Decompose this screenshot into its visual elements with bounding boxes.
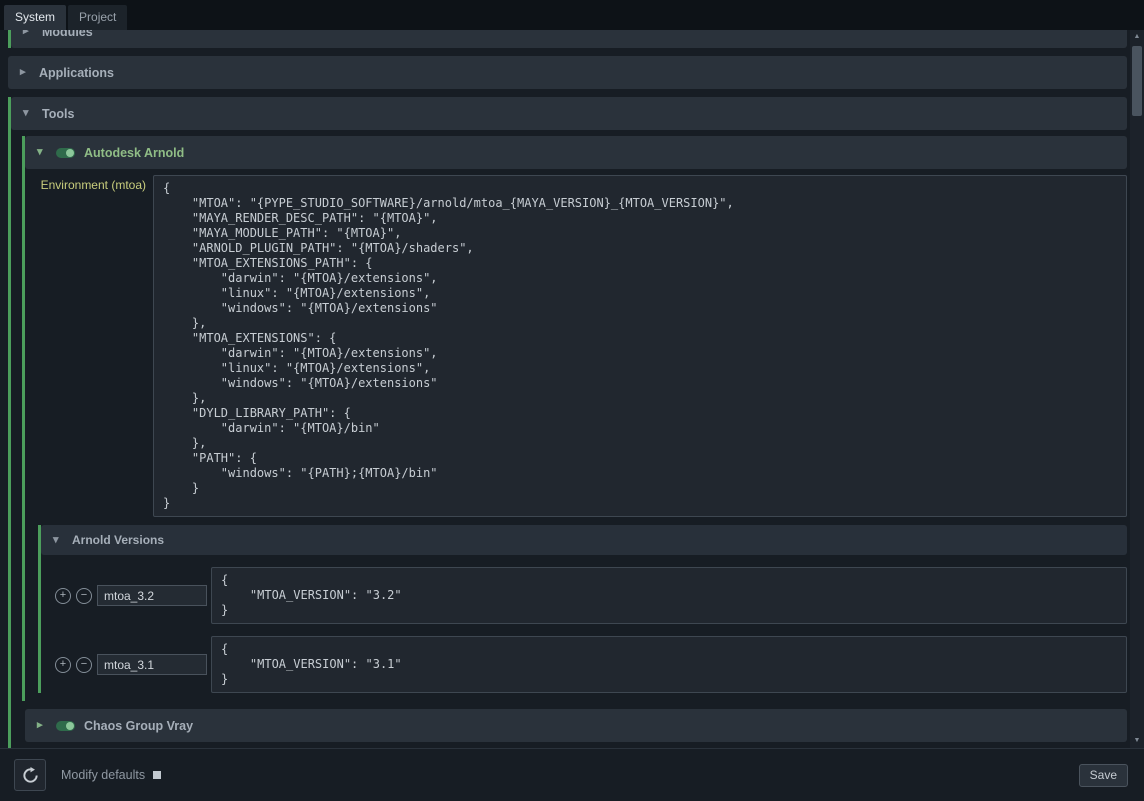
- environment-field-row: Environment (mtoa) { "MTOA": "{PYPE_STUD…: [25, 175, 1127, 517]
- expanded-arrow-icon: ▾: [53, 535, 63, 546]
- group-chaos-vray: ▸ Chaos Group Vray: [22, 709, 1127, 742]
- arnold-header[interactable]: ▾ Autodesk Arnold: [25, 136, 1127, 169]
- version-row: + − { "MTOA_VERSION": "3.1" }: [55, 636, 1127, 693]
- remove-version-button[interactable]: −: [76, 657, 92, 673]
- version-key-input[interactable]: [97, 585, 207, 606]
- toggle-knob: [66, 149, 74, 157]
- tab-bar: System Project: [0, 0, 1144, 30]
- vertical-scrollbar[interactable]: ▲ ▼: [1130, 30, 1144, 748]
- vray-enabled-toggle-icon[interactable]: [56, 721, 75, 731]
- add-version-button[interactable]: +: [55, 657, 71, 673]
- collapsed-arrow-icon: ▸: [37, 720, 47, 731]
- section-label-tools: Tools: [42, 107, 74, 121]
- settings-scroll-area: ▸ Modules ▸ Applications ▾ Tools: [0, 30, 1130, 748]
- section-header-tools[interactable]: ▾ Tools: [11, 97, 1127, 130]
- settings-window: System Project ▸ Modules ▸ Applications …: [0, 0, 1144, 801]
- section-header-applications[interactable]: ▸ Applications: [8, 56, 1127, 89]
- footer-bar: Modify defaults Save: [0, 748, 1144, 801]
- section-modules: ▸ Modules: [8, 30, 1127, 48]
- arnold-versions-header[interactable]: ▾ Arnold Versions: [41, 525, 1127, 555]
- add-version-button[interactable]: +: [55, 588, 71, 604]
- vray-label: Chaos Group Vray: [84, 719, 193, 733]
- expanded-arrow-icon: ▾: [23, 108, 33, 119]
- section-header-modules[interactable]: ▸ Modules: [11, 30, 1127, 48]
- tab-project[interactable]: Project: [68, 5, 127, 30]
- arnold-label: Autodesk Arnold: [84, 146, 184, 160]
- version-row: + − { "MTOA_VERSION": "3.2" }: [55, 567, 1127, 624]
- environment-label: Environment (mtoa): [25, 175, 153, 192]
- collapsed-arrow-icon: ▸: [23, 30, 33, 37]
- settings-main: ▸ Modules ▸ Applications ▾ Tools: [0, 30, 1144, 748]
- vray-header[interactable]: ▸ Chaos Group Vray: [25, 709, 1127, 742]
- arnold-versions-label: Arnold Versions: [72, 533, 164, 547]
- refresh-icon: [22, 767, 39, 784]
- version-json-editor[interactable]: { "MTOA_VERSION": "3.2" }: [211, 567, 1127, 624]
- scrollbar-up-button[interactable]: ▲: [1130, 30, 1144, 44]
- version-key-input[interactable]: [97, 654, 207, 675]
- modify-defaults-label: Modify defaults: [61, 768, 145, 782]
- group-arnold-versions: ▾ Arnold Versions + −: [38, 525, 1127, 693]
- refresh-button[interactable]: [14, 759, 46, 791]
- save-button[interactable]: Save: [1079, 764, 1128, 787]
- environment-json-editor[interactable]: { "MTOA": "{PYPE_STUDIO_SOFTWARE}/arnold…: [153, 175, 1127, 517]
- arnold-body: Environment (mtoa) { "MTOA": "{PYPE_STUD…: [25, 175, 1127, 701]
- tools-body: ▾ Autodesk Arnold Environment (mtoa) { "…: [11, 136, 1127, 748]
- version-row-controls: + −: [55, 654, 207, 675]
- section-tools: ▾ Tools ▾ Autodesk Arnold: [8, 97, 1127, 748]
- section-label-applications: Applications: [39, 66, 114, 80]
- section-label-modules: Modules: [42, 30, 93, 39]
- modify-defaults-checkbox[interactable]: [153, 771, 161, 779]
- tab-system[interactable]: System: [4, 5, 66, 30]
- toggle-knob: [66, 722, 74, 730]
- version-row-controls: + −: [55, 585, 207, 606]
- scrollbar-thumb[interactable]: [1132, 46, 1142, 116]
- arnold-enabled-toggle-icon[interactable]: [56, 148, 75, 158]
- group-autodesk-arnold: ▾ Autodesk Arnold Environment (mtoa) { "…: [22, 136, 1127, 701]
- collapsed-arrow-icon: ▸: [20, 67, 30, 78]
- scrollbar-down-button[interactable]: ▼: [1130, 734, 1144, 748]
- remove-version-button[interactable]: −: [76, 588, 92, 604]
- version-json-editor[interactable]: { "MTOA_VERSION": "3.1" }: [211, 636, 1127, 693]
- expanded-arrow-icon: ▾: [37, 147, 47, 158]
- scrollbar-track[interactable]: [1130, 44, 1144, 734]
